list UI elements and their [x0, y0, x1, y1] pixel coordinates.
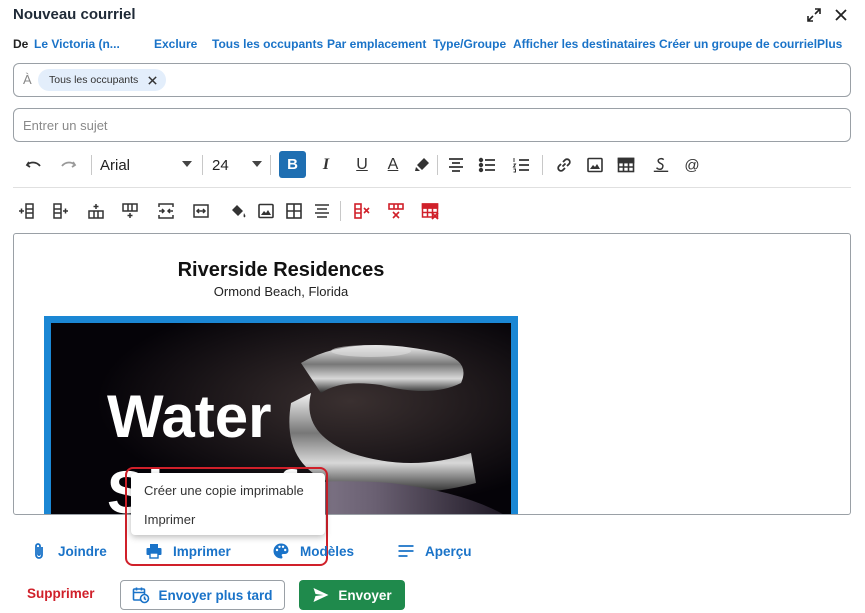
toolbar-divider-line: [13, 187, 851, 188]
newsletter-heading: Riverside Residences: [177, 259, 385, 281]
insert-column-right-icon[interactable]: [51, 201, 71, 221]
subject-input[interactable]: [13, 108, 851, 142]
table-icon[interactable]: [616, 155, 636, 175]
send-arrow-icon: [313, 588, 329, 602]
image-icon[interactable]: [585, 155, 605, 175]
insert-column-left-icon[interactable]: [16, 201, 36, 221]
by-location-link[interactable]: Par emplacement: [327, 37, 426, 51]
font-color-button[interactable]: A: [383, 153, 403, 177]
link-icon[interactable]: [554, 155, 574, 175]
from-row: De Le Victoria (n... Exclure Tous les oc…: [13, 37, 855, 53]
send-later-label: Envoyer plus tard: [158, 587, 273, 603]
vertical-align-icon[interactable]: [312, 201, 332, 221]
close-icon[interactable]: [831, 5, 851, 25]
send-button[interactable]: Envoyer: [299, 580, 405, 610]
toolbar-divider: [437, 155, 438, 175]
templates-button[interactable]: Modèles: [272, 540, 354, 562]
toolbar-divider: [91, 155, 92, 175]
paperclip-icon: [35, 543, 43, 559]
schedule-calendar-icon: [133, 587, 150, 604]
templates-label: Modèles: [300, 543, 355, 559]
newsletter-subheading: Ormond Beach, Florida: [213, 284, 349, 299]
dialog-title: Nouveau courriel: [13, 6, 136, 23]
menu-item-print[interactable]: Imprimer: [144, 512, 195, 527]
undo-icon[interactable]: [24, 155, 44, 175]
bold-button[interactable]: B: [279, 151, 306, 178]
preview-button[interactable]: Aperçu: [397, 540, 472, 562]
bullet-list-icon[interactable]: [477, 155, 497, 175]
cell-background-icon[interactable]: [228, 201, 248, 221]
toolbar-divider: [270, 155, 271, 175]
delete-row-icon[interactable]: [386, 201, 406, 221]
numbered-list-icon[interactable]: [511, 155, 531, 175]
font-size-value: 24: [212, 156, 229, 174]
preview-lines-icon: [398, 545, 414, 557]
highlight-icon[interactable]: [412, 155, 432, 175]
print-label: Imprimer: [173, 543, 231, 559]
exclude-link[interactable]: Exclure: [154, 37, 197, 51]
to-label: À: [23, 72, 32, 87]
create-email-group-link[interactable]: Créer un groupe de courriel: [659, 37, 817, 51]
align-center-icon[interactable]: [446, 155, 466, 175]
italic-button[interactable]: I: [316, 155, 336, 175]
split-cells-icon[interactable]: [191, 201, 211, 221]
delete-table-icon[interactable]: [420, 201, 440, 221]
from-label: De: [13, 37, 29, 51]
send-later-button[interactable]: Envoyer plus tard: [120, 580, 285, 610]
mention-button[interactable]: @: [682, 155, 702, 175]
expand-icon[interactable]: [804, 5, 824, 25]
toolbar-divider: [340, 201, 341, 221]
delete-button[interactable]: Supprimer: [27, 586, 95, 601]
recipient-chip-label: Tous les occupants: [49, 74, 139, 86]
preview-label: Aperçu: [425, 543, 472, 559]
recipient-chip: Tous les occupants: [38, 69, 167, 91]
toolbar-divider: [202, 155, 203, 175]
cell-image-icon[interactable]: [256, 201, 276, 221]
toolbar-divider: [542, 155, 543, 175]
strikethrough-signature-icon[interactable]: [650, 153, 672, 177]
palette-icon: [273, 543, 289, 559]
attach-label: Joindre: [58, 543, 107, 559]
insert-row-above-icon[interactable]: [86, 201, 106, 221]
chevron-down-icon: [182, 161, 192, 167]
printer-icon: [146, 544, 162, 559]
underline-button[interactable]: U: [352, 153, 372, 177]
print-button[interactable]: Imprimer: [145, 540, 231, 562]
type-group-link[interactable]: Type/Groupe: [433, 37, 506, 51]
all-occupants-link[interactable]: Tous les occupants: [212, 37, 323, 51]
show-recipients-link[interactable]: Afficher les destinataires: [513, 37, 656, 51]
font-size-select[interactable]: 24: [212, 155, 262, 175]
delete-column-icon[interactable]: [352, 201, 372, 221]
chevron-down-icon: [252, 161, 262, 167]
redo-icon[interactable]: [58, 155, 78, 175]
font-family-value: Arial: [100, 156, 131, 174]
print-options-menu: Créer une copie imprimable Imprimer: [131, 473, 325, 535]
font-family-select[interactable]: Arial: [100, 155, 192, 175]
cell-borders-icon[interactable]: [284, 201, 304, 221]
remove-recipient-icon[interactable]: [146, 74, 158, 86]
send-label: Envoyer: [338, 587, 392, 603]
attach-button[interactable]: Joindre: [30, 540, 107, 562]
more-link[interactable]: Plus: [817, 37, 842, 51]
to-field[interactable]: À Tous les occupants: [13, 63, 851, 97]
merge-cells-icon[interactable]: [156, 201, 176, 221]
insert-row-below-icon[interactable]: [120, 201, 140, 221]
sender-select[interactable]: Le Victoria (n...: [34, 37, 120, 51]
menu-item-create-printable-copy[interactable]: Créer une copie imprimable: [144, 483, 304, 498]
